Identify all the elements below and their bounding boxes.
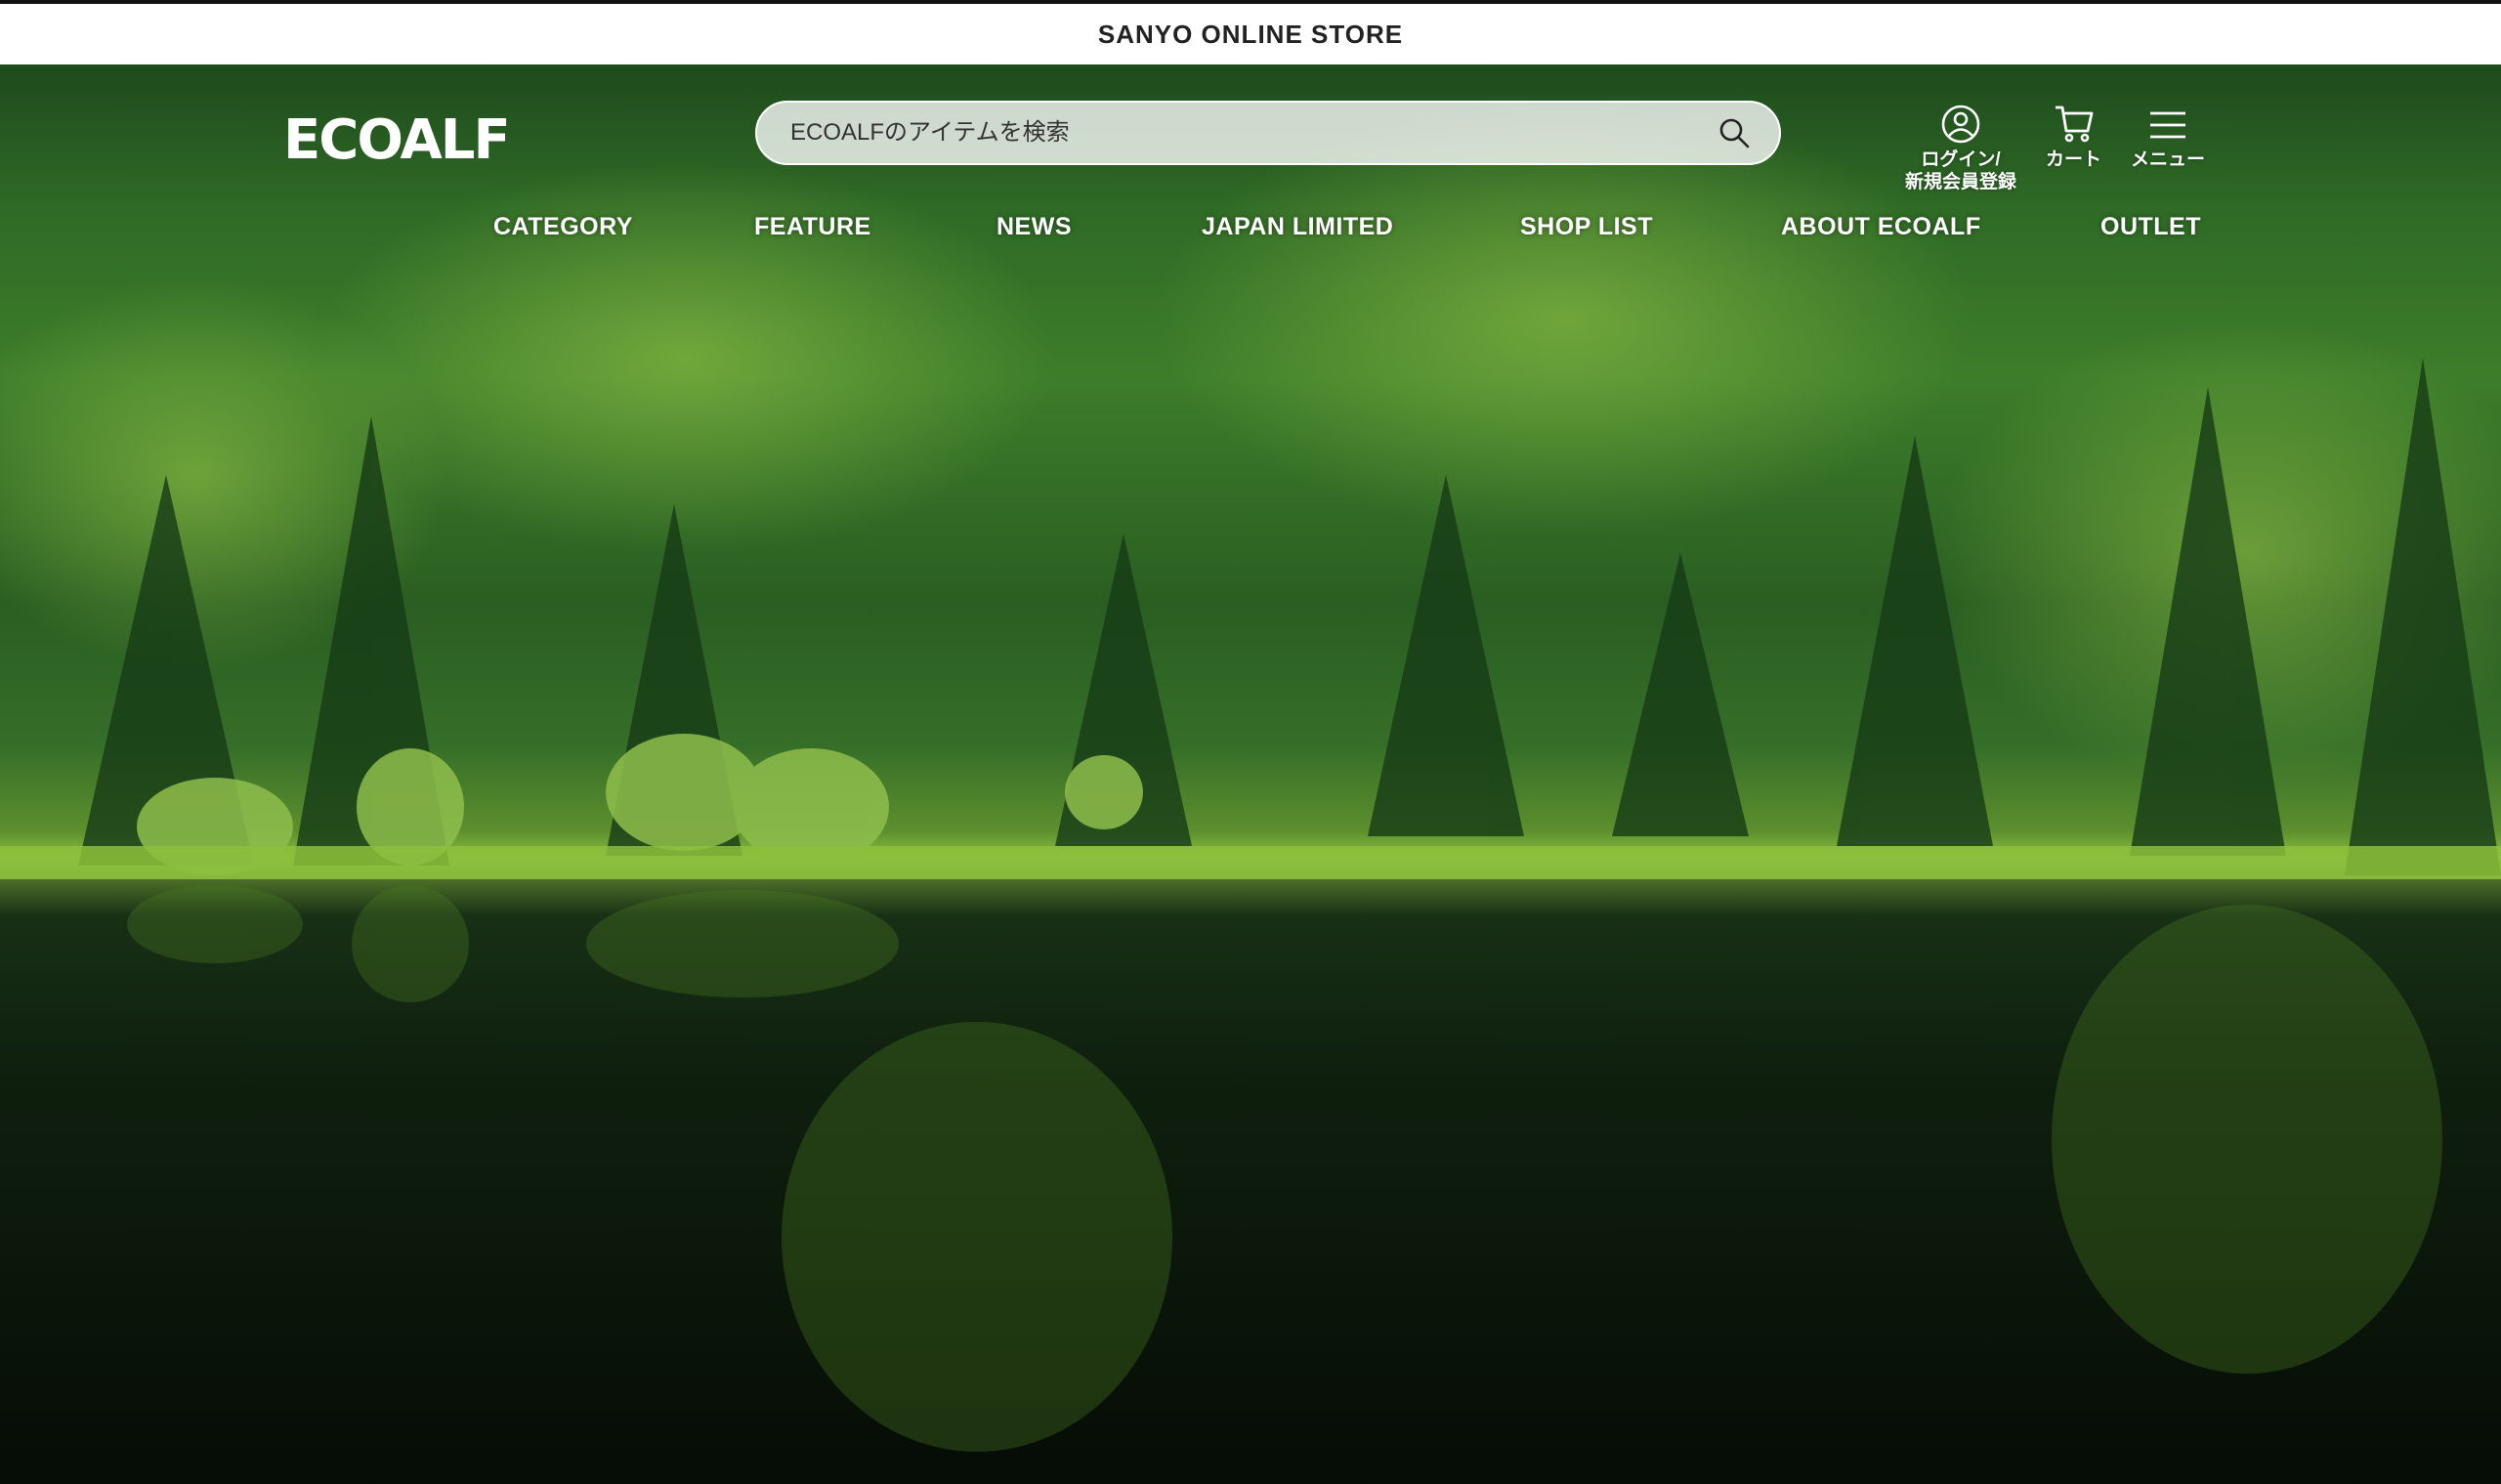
ecoalf-logo[interactable]: ECOALF	[283, 106, 557, 174]
menu-button[interactable]: メニュー	[2131, 94, 2205, 193]
main-nav: CATEGORY FEATURE NEWS JAPAN LIMITED SHOP…	[459, 213, 2218, 252]
nav-item-shop-list[interactable]: SHOP LIST	[1520, 213, 1653, 241]
forest-lake-image	[0, 104, 2501, 1484]
search-icon[interactable]	[1715, 113, 1754, 152]
search-bar	[755, 101, 1781, 165]
menu-label: メニュー	[2131, 149, 2206, 170]
cart-icon	[2053, 94, 2096, 145]
store-banner: SANYO ONLINE STORE	[0, 0, 2501, 64]
search-input[interactable]	[788, 118, 1715, 148]
cart-button[interactable]: カート	[2046, 94, 2101, 193]
login-label: ログイン/ 新規会員登録	[1905, 149, 2017, 192]
user-icon	[1940, 94, 1981, 145]
store-banner-title: SANYO ONLINE STORE	[1097, 19, 1404, 49]
nav-item-feature[interactable]: FEATURE	[754, 213, 871, 241]
nav-item-category[interactable]: CATEGORY	[493, 213, 633, 241]
hero-background: ECOALF ログイン/ 新規会員登録	[0, 64, 2501, 1484]
header-actions: ログイン/ 新規会員登録 カート メニュー	[1905, 94, 2205, 193]
nav-item-about-ecoalf[interactable]: ABOUT ECOALF	[1781, 213, 1981, 241]
hamburger-icon	[2146, 94, 2189, 145]
cart-label: カート	[2046, 149, 2102, 170]
logo-text: ECOALF	[283, 107, 511, 172]
nav-item-japan-limited[interactable]: JAPAN LIMITED	[1202, 213, 1393, 241]
nav-item-outlet[interactable]: OUTLET	[2100, 213, 2201, 241]
nav-item-news[interactable]: NEWS	[996, 213, 1072, 241]
login-register-button[interactable]: ログイン/ 新規会員登録	[1905, 94, 2016, 193]
